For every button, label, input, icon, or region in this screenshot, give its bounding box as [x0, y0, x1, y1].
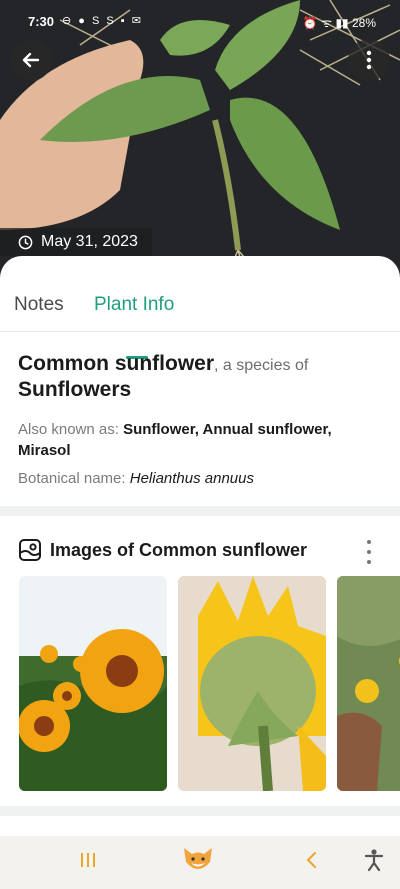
recent-apps-icon[interactable]: [78, 850, 98, 870]
also-known-as: Also known as: Sunflower, Annual sunflow…: [18, 419, 378, 461]
accessibility-icon[interactable]: [363, 848, 385, 872]
more-vertical-icon: [366, 50, 372, 70]
status-time: 7:30: [28, 14, 55, 29]
images-header: Images of Common sunflower: [18, 538, 307, 562]
plant-info-sheet: Notes Plant Info Common sunflower, a spe…: [0, 256, 400, 506]
species-suffix: , a species of: [214, 357, 309, 374]
images-more-button[interactable]: [362, 540, 376, 564]
botanical-value: Helianthus annuus: [129, 470, 254, 487]
system-icons: ⏰ ᯤ ▮▮ 28%: [302, 16, 376, 30]
sunflower-plant-image: [337, 576, 400, 791]
arrow-left-icon: [22, 52, 40, 68]
more-options-button[interactable]: [348, 39, 390, 81]
genus-link[interactable]: Sunflowers: [18, 378, 388, 402]
back-icon[interactable]: [304, 850, 318, 870]
notification-icons: ⊖ ● S S ▪ ✉: [62, 15, 143, 27]
plant-photo-header: 7:30 ⊖ ● S S ▪ ✉ ⏰ ᯤ ▮▮ 28% May 31, 2023: [0, 0, 400, 280]
tab-notes[interactable]: Notes: [14, 294, 64, 316]
clock-icon: [18, 235, 33, 249]
botanical-label: Botanical name:: [18, 470, 130, 487]
images-title: Images of Common sunflower: [50, 539, 308, 560]
section-divider: [0, 816, 400, 836]
sunflower-back-image: [178, 576, 326, 791]
plant-image-thumbnail[interactable]: [19, 576, 167, 791]
gallery-icon: [19, 539, 41, 561]
system-nav-bar: [0, 836, 400, 889]
tab-plant-info[interactable]: Plant Info: [94, 294, 174, 316]
species-heading: Common sunflower, a species of Sunflower…: [18, 352, 388, 402]
plant-image-thumbnail[interactable]: [178, 576, 326, 791]
fox-home-icon[interactable]: [182, 846, 214, 874]
images-section: Images of Common sunflower: [0, 516, 400, 806]
botanical-name: Botanical name: Helianthus annuus: [18, 470, 254, 487]
tab-bar: Notes Plant Info: [0, 286, 400, 359]
sunflower-field-image: [19, 576, 167, 791]
common-name[interactable]: Common sunflower: [18, 352, 214, 375]
aka-label: Also known as:: [18, 421, 124, 438]
photo-date: May 31, 2023: [41, 233, 138, 250]
back-button[interactable]: [10, 39, 52, 81]
status-bar: 7:30 ⊖ ● S S ▪ ✉ ⏰ ᯤ ▮▮ 28%: [0, 12, 400, 32]
photo-date-chip: May 31, 2023: [0, 228, 152, 256]
plant-image-thumbnail[interactable]: [337, 576, 400, 791]
